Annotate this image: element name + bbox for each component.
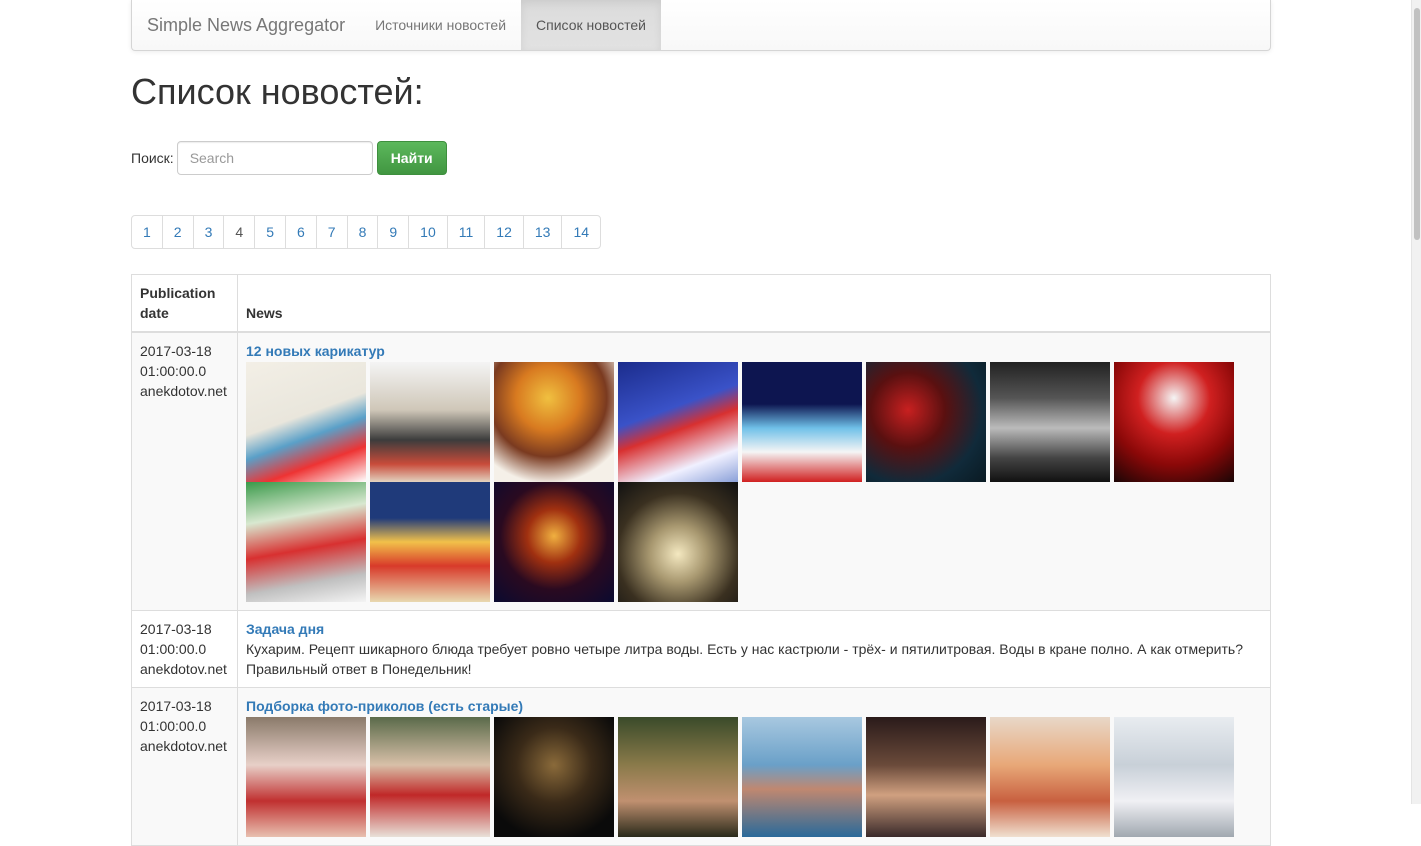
news-images (246, 362, 1238, 602)
news-images (246, 717, 1238, 837)
table-row: 2017-03-18 01:00:00.0 anekdotov.net Задача … (131, 610, 1271, 688)
page-link-1[interactable]: 1 (131, 215, 163, 249)
page-link-2[interactable]: 2 (161, 215, 194, 249)
table-header-row: Publication date News (131, 274, 1271, 333)
page-link-5[interactable]: 5 (254, 215, 286, 249)
news-title-link[interactable]: Задача дня (246, 619, 1262, 639)
scrollbar-thumb[interactable] (1414, 8, 1420, 240)
news-table: Publication date News 2017-03-18 01:00:00… (131, 274, 1271, 846)
search-button[interactable]: Найти (376, 141, 447, 175)
news-image-photo-frogs-school[interactable] (990, 362, 1110, 482)
page-link-10[interactable]: 10 (408, 215, 448, 249)
navbar-brand[interactable]: Simple News Aggregator (132, 0, 360, 50)
publication-date: 2017-03-18 (140, 621, 212, 637)
news-image-cartoon-girl-sled[interactable] (494, 362, 614, 482)
news-image-photo-8[interactable] (1114, 717, 1234, 837)
news-image-photo-breaker-cover[interactable] (494, 482, 614, 602)
publication-date: 2017-03-18 (140, 698, 212, 714)
news-image-photo-4[interactable] (618, 717, 738, 837)
page-link-12[interactable]: 12 (484, 215, 524, 249)
news-image-cartoon-santa-window[interactable] (370, 482, 490, 602)
publication-date: 2017-03-18 (140, 343, 212, 359)
news-image-photo-santa-costume[interactable] (1114, 362, 1234, 482)
cell-news: Подборка фото-приколов (есть старые) (237, 687, 1271, 846)
main-container: Simple News Aggregator Источники новосте… (131, 0, 1271, 846)
search-input[interactable] (176, 141, 373, 175)
table-row: 2017-03-18 01:00:00.0 anekdotov.net Подборк… (131, 687, 1271, 846)
header-publication-date: Publication date (131, 274, 238, 333)
news-image-photo-2[interactable] (370, 717, 490, 837)
nav-item-sources[interactable]: Источники новостей (360, 0, 521, 50)
news-image-photo-child-lights[interactable] (618, 482, 738, 602)
news-image-photo-santa-divers[interactable] (866, 362, 986, 482)
search-form: Поиск: Найти (131, 141, 447, 175)
page-link-4[interactable]: 4 (223, 215, 256, 249)
table-row: 2017-03-18 01:00:00.0 anekdotov.net 12 новы… (131, 331, 1271, 611)
news-image-photo-3[interactable] (494, 717, 614, 837)
pagination: 1 2 3 4 5 6 7 8 9 10 11 12 13 14 (131, 215, 602, 249)
news-table-body: 2017-03-18 01:00:00.0 anekdotov.net 12 новы… (131, 331, 1271, 846)
nav-item-news-list[interactable]: Список новостей (521, 0, 661, 50)
page-link-7[interactable]: 7 (315, 215, 348, 249)
page-link-11[interactable]: 11 (446, 215, 486, 249)
publication-source: anekdotov.net (140, 661, 227, 677)
cell-news: 12 новых карикатур (237, 331, 1271, 611)
news-image-cartoon-santa-motorcycle[interactable] (618, 362, 738, 482)
news-image-photo-1[interactable] (246, 717, 366, 837)
cell-publication-info: 2017-03-18 01:00:00.0 anekdotov.net (131, 687, 238, 846)
news-title-link[interactable]: 12 новых карикатур (246, 341, 1262, 361)
publication-source: anekdotov.net (140, 383, 227, 399)
search-label: Поиск: (131, 150, 174, 166)
page-link-9[interactable]: 9 (377, 215, 410, 249)
news-image-photo-5[interactable] (742, 717, 862, 837)
page-link-3[interactable]: 3 (192, 215, 225, 249)
publication-time: 01:00:00.0 (140, 718, 207, 734)
page-scrollbar[interactable] (1411, 0, 1421, 804)
page-link-6[interactable]: 6 (284, 215, 317, 249)
header-news: News (237, 274, 1271, 333)
news-text: Кухарим. Рецепт шикарного блюда требует … (246, 641, 1243, 677)
publication-time: 01:00:00.0 (140, 641, 207, 657)
news-image-photo-7[interactable] (990, 717, 1110, 837)
page-link-13[interactable]: 13 (522, 215, 563, 249)
cell-news: Задача дня Кухарим. Рецепт шикарного блюд… (237, 610, 1271, 688)
news-image-cartoon-santa-sled[interactable] (742, 362, 862, 482)
page-link-8[interactable]: 8 (346, 215, 379, 249)
page-title: Список новостей: (131, 71, 424, 112)
news-image-photo-6[interactable] (866, 717, 986, 837)
news-image-cartoon-santa-reindeer[interactable] (246, 362, 366, 482)
news-image-cartoon-santa-reading[interactable] (246, 482, 366, 602)
cell-publication-info: 2017-03-18 01:00:00.0 anekdotov.net (131, 610, 238, 688)
top-navbar: Simple News Aggregator Источники новосте… (131, 0, 1271, 51)
cell-publication-info: 2017-03-18 01:00:00.0 anekdotov.net (131, 331, 238, 611)
news-image-cartoon-child-potty[interactable] (370, 362, 490, 482)
publication-time: 01:00:00.0 (140, 363, 207, 379)
news-title-link[interactable]: Подборка фото-приколов (есть старые) (246, 696, 1262, 716)
publication-source: anekdotov.net (140, 738, 227, 754)
page-link-14[interactable]: 14 (561, 215, 602, 249)
